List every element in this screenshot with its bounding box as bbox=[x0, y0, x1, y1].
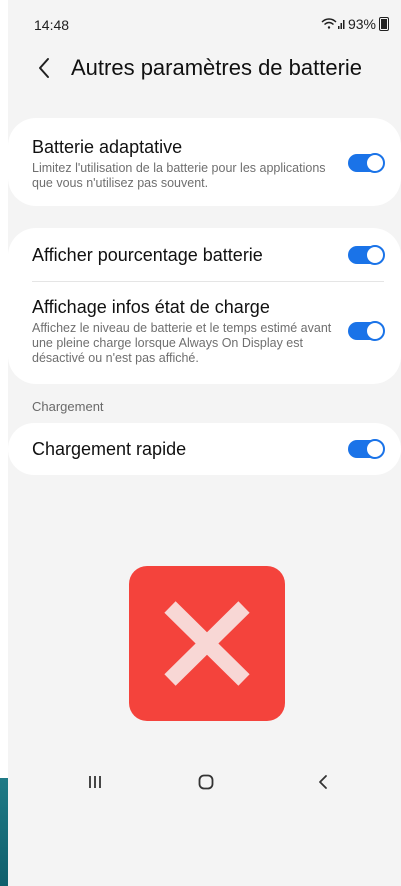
setting-text: Chargement rapide bbox=[32, 438, 336, 460]
recents-icon bbox=[89, 776, 101, 788]
setting-affichage-infos-etat-charge[interactable]: Affichage infos état de charge Affichez … bbox=[8, 282, 401, 384]
left-edge-strip bbox=[0, 0, 8, 886]
signal-icons bbox=[321, 17, 345, 31]
infos-etat-charge-toggle[interactable] bbox=[348, 321, 385, 341]
app-bar: Autres paramètres de batterie bbox=[32, 50, 391, 86]
setting-description: Limitez l'utilisation de la batterie pou… bbox=[32, 161, 326, 190]
toggle-knob bbox=[365, 439, 385, 459]
home-button[interactable] bbox=[194, 770, 218, 794]
setting-text: Affichage infos état de charge Affichez … bbox=[32, 296, 336, 366]
home-icon bbox=[198, 774, 214, 790]
status-indicators: 93% bbox=[321, 16, 389, 32]
setting-afficher-pourcentage-batterie[interactable]: Afficher pourcentage batterie bbox=[8, 228, 401, 282]
battery-icon bbox=[379, 17, 389, 31]
setting-title: Afficher pourcentage batterie bbox=[32, 245, 263, 265]
setting-chargement-rapide[interactable]: Chargement rapide bbox=[8, 423, 401, 475]
charging-settings-card: Chargement rapide bbox=[8, 423, 401, 475]
system-back-button[interactable] bbox=[311, 770, 335, 794]
battery-percentage: 93% bbox=[347, 16, 376, 32]
setting-batterie-adaptative[interactable]: Batterie adaptative Limitez l'utilisatio… bbox=[8, 118, 401, 206]
setting-title: Affichage infos état de charge bbox=[32, 297, 270, 317]
battery-settings-card: Batterie adaptative Limitez l'utilisatio… bbox=[8, 118, 401, 206]
batterie-adaptative-toggle[interactable] bbox=[348, 153, 385, 173]
back-button[interactable] bbox=[32, 50, 56, 86]
chevron-left-icon bbox=[39, 58, 49, 78]
chargement-rapide-toggle[interactable] bbox=[348, 439, 385, 459]
signal-strength-icon bbox=[337, 20, 345, 29]
status-bar: 14:48 93% bbox=[34, 14, 389, 38]
back-icon bbox=[319, 775, 327, 789]
status-time: 14:48 bbox=[34, 17, 70, 33]
setting-title: Batterie adaptative bbox=[32, 137, 183, 157]
setting-text: Batterie adaptative Limitez l'utilisatio… bbox=[32, 136, 336, 191]
error-overlay bbox=[129, 566, 285, 721]
section-label-chargement: Chargement bbox=[32, 399, 104, 414]
setting-description: Affichez le niveau de batterie et le tem… bbox=[32, 321, 332, 365]
display-settings-card: Afficher pourcentage batterie Affichage … bbox=[8, 228, 401, 384]
setting-text: Afficher pourcentage batterie bbox=[32, 244, 336, 266]
settings-screen: 14:48 93% Autres paramètres de batterie … bbox=[8, 0, 401, 886]
recents-button[interactable] bbox=[83, 770, 107, 794]
pourcentage-batterie-toggle[interactable] bbox=[348, 245, 385, 265]
navigation-bar bbox=[8, 760, 401, 806]
page-title: Autres paramètres de batterie bbox=[71, 55, 363, 80]
toggle-knob bbox=[365, 153, 385, 173]
toggle-knob bbox=[365, 321, 385, 341]
toggle-knob bbox=[365, 245, 385, 265]
wifi-icon bbox=[321, 18, 337, 29]
close-icon bbox=[164, 601, 250, 686]
setting-title: Chargement rapide bbox=[32, 439, 187, 459]
